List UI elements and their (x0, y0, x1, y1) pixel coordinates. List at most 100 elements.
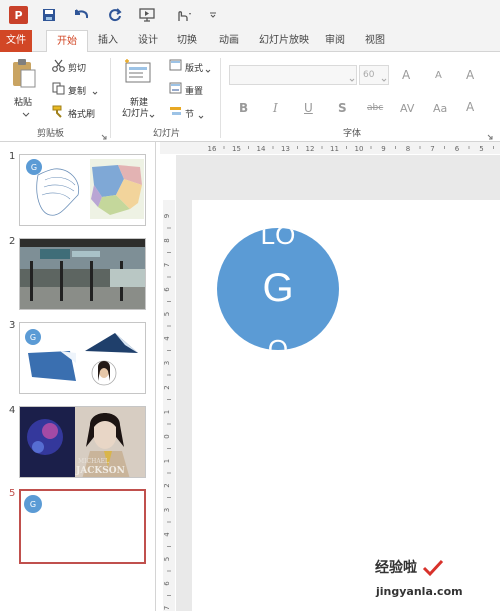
poster-text-1: MICHAEL (78, 458, 109, 465)
ruler-number: 5 (479, 145, 483, 153)
touch-mode-button[interactable] (172, 5, 194, 25)
font-name-combobox[interactable] (229, 65, 357, 85)
tab-slideshow[interactable]: 幻灯片放映 (256, 30, 312, 52)
circle-bottom-text: O (267, 334, 289, 350)
checkmark-icon (422, 559, 443, 577)
bold-button[interactable]: B (239, 101, 248, 115)
italic-button[interactable]: I (273, 101, 278, 115)
section-icon (170, 107, 181, 115)
font-color-button[interactable]: A (466, 100, 474, 114)
circle-letter: G (262, 266, 294, 310)
copy-label: 复制 (68, 87, 87, 97)
ruler-number: 10 (355, 145, 364, 153)
ruler-number: 9 (163, 214, 171, 218)
layout-dropdown-icon[interactable] (205, 64, 211, 77)
slide-number: 3 (9, 320, 16, 331)
watermark-url: jingyanla.com (376, 585, 463, 598)
repeat-icon (109, 8, 122, 22)
slide-thumbnail-5[interactable]: G (19, 489, 146, 564)
slide-3-preview: G (25, 329, 138, 386)
powerpoint-logo-icon: P (9, 6, 28, 24)
ruler-number: 4 (163, 336, 171, 341)
ruler-number: 6 (163, 287, 171, 292)
character-spacing-button[interactable]: AV (400, 102, 414, 115)
paste-label: 粘贴 (14, 98, 33, 108)
new-slide-dropdown-icon[interactable] (149, 109, 155, 122)
clear-formatting-button[interactable]: A (466, 68, 474, 82)
cut-label: 剪切 (68, 64, 87, 74)
ruler-number: 13 (281, 145, 290, 153)
paste-dropdown-icon[interactable] (22, 108, 30, 121)
divider (110, 58, 111, 138)
tab-insert[interactable]: 插入 (93, 30, 123, 52)
tab-review[interactable]: 审阅 (320, 30, 350, 52)
ruler-number: 7 (430, 145, 434, 153)
tab-animations[interactable]: 动画 (214, 30, 244, 52)
underline-button[interactable]: U (304, 101, 313, 115)
ruler-number: 6 (455, 145, 460, 153)
tab-home[interactable]: 开始 (46, 30, 88, 53)
circle-top-text: LO (260, 228, 296, 250)
slide-thumbnail-2[interactable] (19, 238, 146, 310)
ruler-number: 8 (406, 145, 410, 153)
section-label: 节 (185, 110, 195, 120)
layout-button[interactable] (169, 59, 182, 74)
section-button[interactable] (169, 105, 182, 120)
ruler-number: 5 (163, 557, 171, 561)
ruler-number: 15 (232, 145, 241, 153)
ruler-number: 14 (257, 145, 266, 153)
copy-button[interactable] (52, 82, 65, 98)
chevron-down-icon (210, 12, 216, 18)
new-slide-button[interactable] (124, 58, 152, 87)
paste-button[interactable] (11, 58, 37, 91)
change-case-button[interactable]: Aa (433, 102, 447, 115)
slide-thumbnail-4[interactable]: MICHAEL JACKSON (19, 406, 146, 478)
slide-number: 5 (9, 488, 16, 499)
svg-text:G: G (30, 500, 36, 509)
horizontal-ruler-ticks: 1615141312111098765432 (208, 145, 494, 153)
slide-thumbnail-1[interactable]: G (19, 154, 146, 226)
ruler-number: 7 (163, 606, 171, 610)
undo-button[interactable] (73, 5, 91, 25)
ruler-number: 5 (163, 312, 171, 316)
ruler-number: 7 (163, 263, 171, 267)
tab-transitions[interactable]: 切换 (172, 30, 202, 52)
font-size-dropdown-icon[interactable] (381, 73, 387, 86)
vertical-ruler-ticks: 9 8 7 6 5 4 3 2 1 0 1 2 3 4 5 6 7 (163, 214, 171, 610)
slides-group-label: 幻灯片 (153, 129, 181, 139)
cut-button[interactable] (52, 59, 65, 75)
customize-toolbar-button[interactable] (207, 5, 219, 25)
ruler-number: 9 (381, 145, 385, 153)
section-dropdown-icon[interactable] (198, 110, 204, 123)
shadow-button[interactable]: S (338, 101, 347, 115)
slide-thumbnail-3[interactable]: G (19, 322, 146, 394)
start-slideshow-button[interactable] (138, 5, 156, 25)
ruler-number: 8 (163, 238, 171, 242)
copy-dropdown-icon[interactable] (92, 86, 98, 99)
reset-label: 重置 (185, 87, 204, 97)
ruler-number: 3 (163, 508, 171, 512)
layout-label: 版式 (185, 64, 204, 74)
ribbon-tabs: 文件 开始 插入 设计 切换 动画 幻灯片放映 审阅 视图 (0, 30, 500, 53)
ruler-number: 11 (330, 145, 339, 153)
save-button[interactable] (40, 5, 58, 25)
tab-view[interactable]: 视图 (360, 30, 390, 52)
svg-text:G: G (31, 163, 37, 172)
format-painter-label: 格式刷 (68, 110, 96, 120)
ruler-number: 4 (163, 532, 171, 537)
reset-button[interactable] (169, 82, 182, 97)
redo-button[interactable] (106, 5, 124, 25)
ruler-number: 1 (163, 459, 171, 463)
tab-design[interactable]: 设计 (133, 30, 163, 52)
ruler-number: 2 (163, 483, 171, 487)
strikethrough-button[interactable]: abc (367, 103, 383, 113)
format-painter-button[interactable] (52, 105, 65, 121)
grow-font-button[interactable]: A (402, 68, 410, 82)
ruler-number: 6 (163, 581, 171, 586)
font-name-dropdown-icon[interactable] (349, 73, 355, 86)
tab-file[interactable]: 文件 (0, 30, 32, 52)
logo-circle-shape[interactable]: LO G O (217, 228, 339, 350)
slide-number: 4 (9, 405, 16, 416)
ruler-number: 3 (163, 361, 171, 365)
shrink-font-button[interactable]: A (435, 70, 442, 81)
